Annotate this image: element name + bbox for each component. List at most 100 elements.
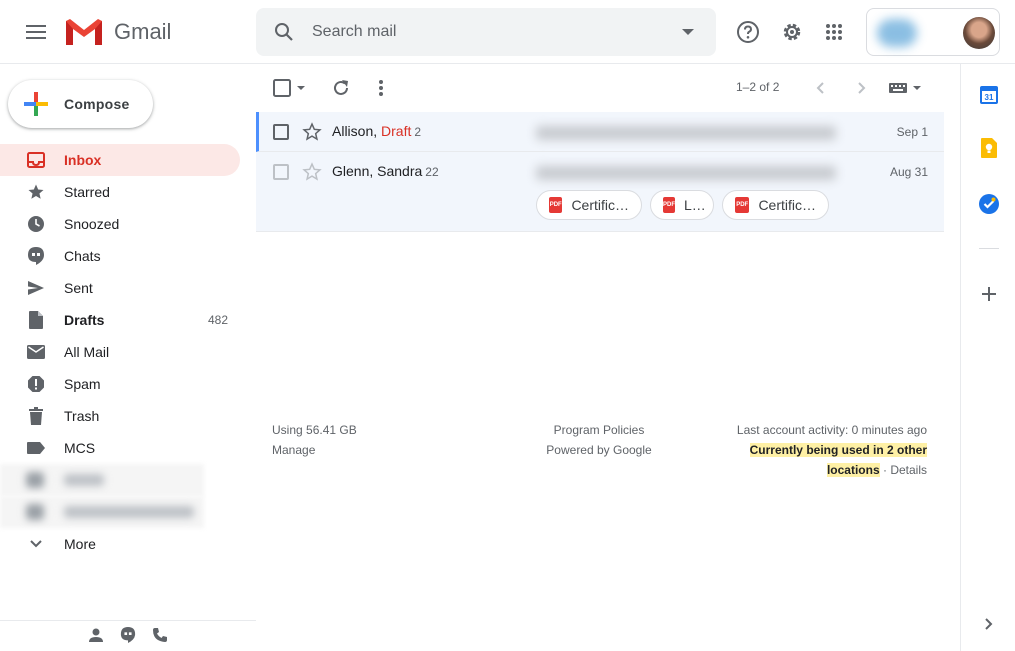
table-row[interactable]: Allison, Draft 2 Sep 1 <box>256 112 944 152</box>
keep-addon-button[interactable] <box>978 137 1000 159</box>
gear-icon <box>783 23 801 41</box>
powered-by-text: Powered by Google <box>546 443 652 457</box>
email-list: Allison, Draft 2 Sep 1 Glenn, Sandra 22 Au… <box>256 112 944 232</box>
contacts-button[interactable] <box>88 627 104 646</box>
compose-button[interactable]: Compose <box>8 80 153 128</box>
attachment-name: L… <box>684 197 706 213</box>
side-panel: 31 <box>960 64 1015 651</box>
redacted-icon <box>26 504 44 520</box>
account-switcher[interactable] <box>866 8 1000 56</box>
clock-icon <box>26 214 46 234</box>
redacted-icon <box>26 472 44 488</box>
account-activity: Last account activity: 0 minutes ago Cur… <box>737 420 927 480</box>
email-date: Sep 1 <box>896 125 928 139</box>
sidebar-item-inbox[interactable]: Inbox <box>0 144 240 176</box>
attachment-chip[interactable]: PDF Certific… <box>722 190 829 220</box>
footer-links: Program Policies Powered by Google <box>536 420 662 460</box>
side-panel-divider <box>979 248 999 249</box>
thread-count: 2 <box>414 125 422 139</box>
sidebar: Compose Inbox Starred Snoozed Chats Sent… <box>0 64 256 651</box>
row-checkbox[interactable] <box>273 124 289 140</box>
sidebar-item-label: Snoozed <box>64 216 120 232</box>
hangouts-bar <box>0 620 256 651</box>
sidebar-item-drafts[interactable]: Drafts 482 <box>0 304 240 336</box>
sidebar-item-all-mail[interactable]: All Mail <box>0 336 240 368</box>
person-icon <box>89 628 103 642</box>
search-bar[interactable]: Search mail <box>256 8 716 56</box>
attachment-chips: PDF Certific… PDF L… PDF Certific… <box>536 190 829 220</box>
sender-name: Glenn, Sandra <box>332 163 423 179</box>
last-activity-text: Last account activity: 0 minutes ago <box>736 423 927 437</box>
search-icon <box>275 23 293 41</box>
checkbox-icon <box>273 79 305 97</box>
gmail-logo[interactable]: Gmail <box>64 16 171 48</box>
calendar-addon-button[interactable]: 31 <box>978 83 1000 105</box>
app-name: Gmail <box>114 19 172 44</box>
sidebar-item-label: Sent <box>64 280 93 296</box>
sidebar-item-redacted[interactable] <box>0 464 204 496</box>
sidebar-item-trash[interactable]: Trash <box>0 400 240 432</box>
pdf-icon: PDF <box>663 197 675 213</box>
caret-down-icon <box>682 29 694 35</box>
show-side-panel-button[interactable] <box>978 613 1000 635</box>
plus-colored-icon <box>24 92 48 116</box>
older-button[interactable] <box>858 76 866 100</box>
attachment-chip[interactable]: PDF L… <box>650 190 714 220</box>
send-icon <box>26 278 46 298</box>
sidebar-item-chats[interactable]: Chats <box>0 240 240 272</box>
manage-storage-link[interactable]: Manage <box>272 440 357 460</box>
chevron-down-icon <box>26 534 46 554</box>
apps-grid-icon <box>826 24 842 40</box>
chevron-right-icon <box>985 618 993 630</box>
table-row[interactable]: Glenn, Sandra 22 Aug 31 PDF Certific… PDF… <box>256 152 944 232</box>
details-link[interactable]: Details <box>890 463 927 477</box>
sidebar-item-spam[interactable]: Spam <box>0 368 240 400</box>
drafts-count: 482 <box>207 313 228 327</box>
star-toggle[interactable] <box>302 122 322 145</box>
storage-info: Using 56.41 GB Manage <box>272 420 357 460</box>
draft-label: Draft <box>381 123 412 139</box>
help-icon <box>737 21 759 43</box>
select-all-checkbox[interactable] <box>273 76 307 100</box>
sidebar-item-redacted[interactable] <box>0 496 204 528</box>
row-checkbox[interactable] <box>273 164 289 180</box>
settings-button[interactable] <box>772 12 812 52</box>
star-toggle[interactable] <box>302 162 322 185</box>
input-tools-button[interactable] <box>888 76 924 100</box>
newer-button[interactable] <box>816 76 824 100</box>
account-logo-blurred <box>877 19 917 47</box>
pdf-icon: PDF <box>735 197 750 213</box>
sidebar-item-label: Inbox <box>64 152 102 168</box>
refresh-button[interactable] <box>332 76 350 100</box>
apps-button[interactable] <box>814 12 854 52</box>
search-options-button[interactable] <box>660 29 716 35</box>
sidebar-item-sent[interactable]: Sent <box>0 272 240 304</box>
tasks-addon-button[interactable] <box>978 193 1000 215</box>
program-policies-link[interactable]: Program Policies <box>536 420 662 440</box>
support-button[interactable] <box>728 12 768 52</box>
attachment-chip[interactable]: PDF Certific… <box>536 190 642 220</box>
nav-list: Inbox Starred Snoozed Chats Sent Drafts … <box>0 144 256 560</box>
get-addons-button[interactable] <box>978 283 1000 305</box>
main-menu-button[interactable] <box>16 16 56 48</box>
label-icon <box>26 438 46 458</box>
sidebar-item-label: MCS <box>64 440 96 456</box>
sidebar-item-mcs[interactable]: MCS <box>0 432 240 464</box>
email-sender: Allison, Draft 2 <box>332 123 421 139</box>
hangouts-button[interactable] <box>120 626 136 647</box>
star-icon <box>26 182 46 202</box>
sidebar-item-label: More <box>64 536 96 552</box>
email-date: Aug 31 <box>889 165 928 179</box>
svg-text:31: 31 <box>985 93 994 102</box>
more-actions-button[interactable] <box>378 76 384 100</box>
search-button[interactable] <box>256 22 312 42</box>
mail-icon <box>26 342 46 362</box>
phone-button[interactable] <box>152 627 168 646</box>
trash-icon <box>26 406 46 426</box>
search-input[interactable]: Search mail <box>312 23 660 41</box>
avatar[interactable] <box>963 17 995 49</box>
sidebar-item-snoozed[interactable]: Snoozed <box>0 208 240 240</box>
sidebar-item-starred[interactable]: Starred <box>0 176 240 208</box>
refresh-icon <box>334 80 348 95</box>
sidebar-more-button[interactable]: More <box>0 528 240 560</box>
